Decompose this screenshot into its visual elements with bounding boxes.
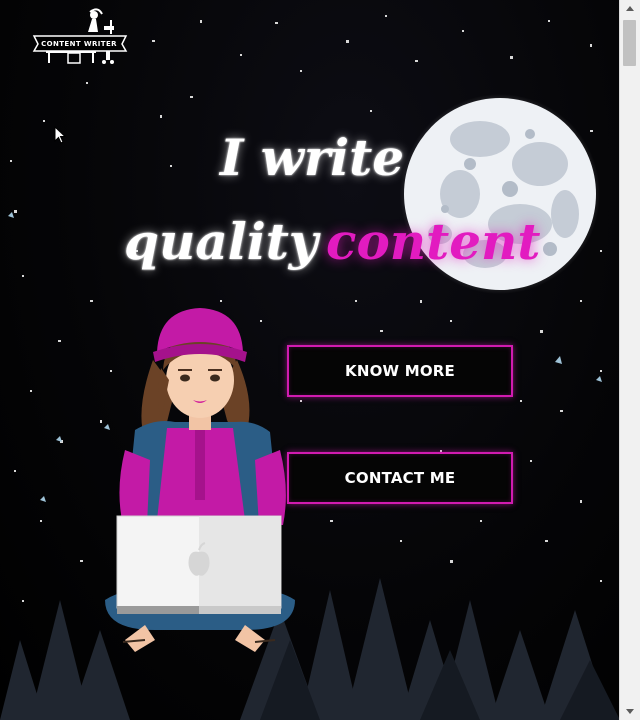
know-more-button[interactable]: KNOW MORE	[287, 345, 513, 397]
hero-headline: I write quality content	[100, 120, 541, 290]
headline-line1: I write	[220, 128, 405, 187]
contact-me-button[interactable]: CONTACT ME	[287, 452, 513, 504]
content-writer-logo[interactable]: CONTENT WRITER	[32, 6, 132, 68]
headline-line2: quality	[124, 212, 318, 271]
hero-page: CONTENT WRITER I write quality content K…	[0, 0, 640, 720]
mouse-pointer-icon	[54, 126, 66, 144]
forest-silhouette	[0, 578, 620, 720]
scroll-down-arrow-icon[interactable]	[620, 703, 640, 720]
vertical-scrollbar[interactable]	[619, 0, 640, 720]
headline-accent-word: content	[326, 212, 541, 271]
scrollbar-thumb[interactable]	[623, 20, 636, 66]
logo-text: CONTENT WRITER	[41, 40, 117, 48]
scroll-up-arrow-icon[interactable]	[620, 0, 640, 17]
writer-girl-illustration	[105, 308, 295, 652]
